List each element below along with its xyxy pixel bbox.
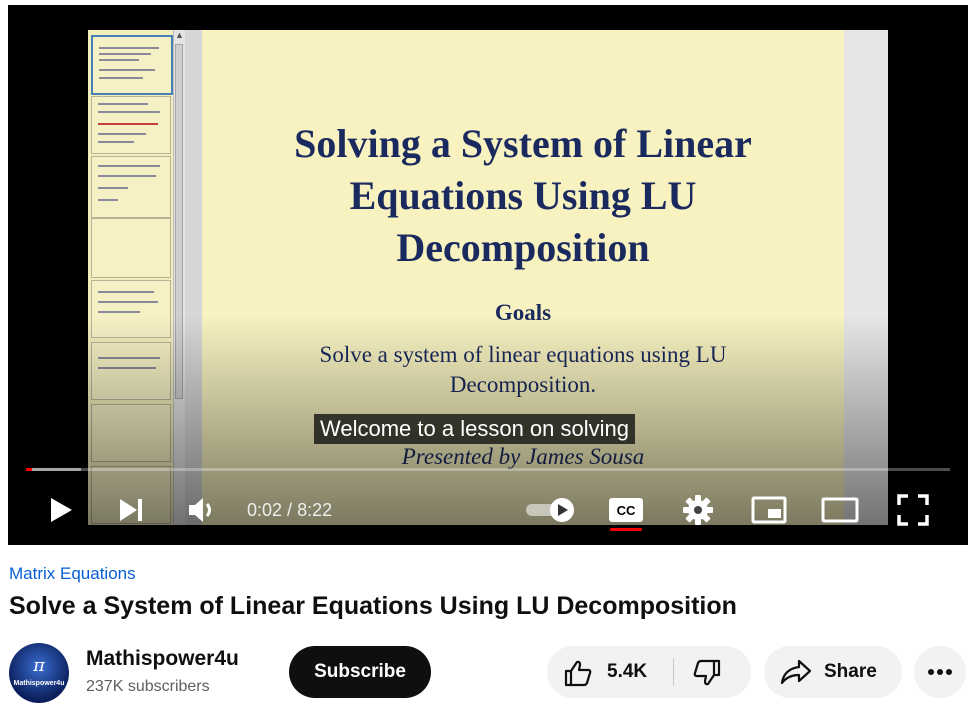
panel-scrollbar: ▲	[173, 30, 185, 525]
thumbs-down-icon	[693, 659, 721, 686]
share-arrow-icon	[780, 659, 812, 685]
closed-captions-icon: CC	[609, 498, 643, 522]
slide-title: Solving a System of Linear Equations Usi…	[202, 118, 844, 274]
slide-goal-line: Solve a system of linear equations using…	[319, 342, 727, 367]
next-button[interactable]	[114, 483, 148, 537]
slide-thumbnail	[91, 404, 171, 462]
skip-next-icon	[120, 499, 142, 521]
slide-thumbnail-panel: ▲	[88, 30, 185, 525]
miniplayer-button[interactable]	[750, 483, 788, 537]
progress-buffered	[26, 468, 82, 471]
fullscreen-button[interactable]	[894, 483, 932, 537]
slide-thumbnail	[91, 156, 171, 218]
share-label: Share	[824, 661, 877, 682]
slide-goal-line: Decomposition.	[449, 372, 597, 397]
slide-thumbnail	[91, 280, 171, 338]
more-horizontal-icon	[928, 669, 952, 675]
slide-goals-heading: Goals	[494, 300, 552, 325]
subtitle-caption: Welcome to a lesson on solving	[314, 414, 635, 444]
slide-margin	[844, 30, 888, 525]
slide-thumbnail	[91, 35, 173, 95]
more-actions-button[interactable]	[914, 646, 966, 698]
scroll-up-arrow-icon: ▲	[175, 30, 184, 40]
autoplay-toggle-icon	[526, 498, 574, 522]
time-display: 0:02 / 8:22	[247, 483, 332, 537]
slide-goal-text: Solve a system of linear equations using…	[202, 340, 844, 400]
slide-presenter: Presented by James Sousa	[401, 444, 645, 469]
video-frame: ▲ Solving a System of Linear Equations U…	[88, 30, 888, 525]
captions-active-indicator	[610, 528, 642, 531]
slide-thumbnail	[91, 218, 171, 278]
fullscreen-icon	[897, 494, 929, 526]
duration: 8:22	[297, 500, 333, 520]
video-player[interactable]: ▲ Solving a System of Linear Equations U…	[8, 5, 968, 545]
like-count: 5.4K	[607, 661, 648, 682]
volume-button[interactable]	[184, 483, 220, 537]
like-button[interactable]: 5.4K	[547, 646, 673, 698]
share-button[interactable]: Share	[764, 646, 902, 698]
slide-title-line: Decomposition	[396, 225, 650, 270]
slide-title-line: Solving a System of Linear	[294, 121, 752, 166]
progress-bar[interactable]	[26, 468, 950, 471]
slide-title-line: Equations Using LU	[349, 173, 697, 218]
theater-mode-button[interactable]	[820, 483, 860, 537]
dislike-button[interactable]	[674, 646, 751, 698]
volume-icon	[189, 498, 211, 522]
slide-thumbnail	[91, 342, 171, 400]
settings-button[interactable]	[680, 483, 716, 537]
video-title: Solve a System of Linear Equations Using…	[9, 592, 737, 620]
avatar-symbol: π	[33, 655, 45, 676]
player-controls: 0:02 / 8:22 CC	[8, 483, 968, 537]
gear-icon	[683, 495, 713, 525]
progress-played	[26, 468, 32, 471]
subscribe-button[interactable]: Subscribe	[289, 646, 431, 698]
play-icon	[51, 498, 72, 522]
autoplay-toggle[interactable]	[522, 483, 578, 537]
svg-text:CC: CC	[617, 503, 636, 518]
playlist-link[interactable]: Matrix Equations	[9, 564, 136, 584]
scrollbar-thumb	[175, 44, 183, 399]
thumbs-up-icon	[564, 660, 592, 687]
current-time: 0:02	[247, 500, 283, 520]
slide-content: Solving a System of Linear Equations Usi…	[202, 30, 844, 525]
play-button[interactable]	[44, 483, 78, 537]
slide-thumbnail	[91, 96, 171, 154]
miniplayer-icon	[751, 496, 787, 524]
subscriber-count: 237K subscribers	[86, 678, 210, 695]
like-dislike-group: 5.4K	[547, 646, 751, 698]
theater-mode-icon	[821, 497, 859, 523]
time-separator: /	[282, 500, 298, 520]
avatar-brand: Mathispower4u	[13, 680, 65, 687]
channel-avatar[interactable]: π Mathispower4u	[9, 643, 69, 703]
channel-name[interactable]: Mathispower4u	[86, 647, 239, 671]
